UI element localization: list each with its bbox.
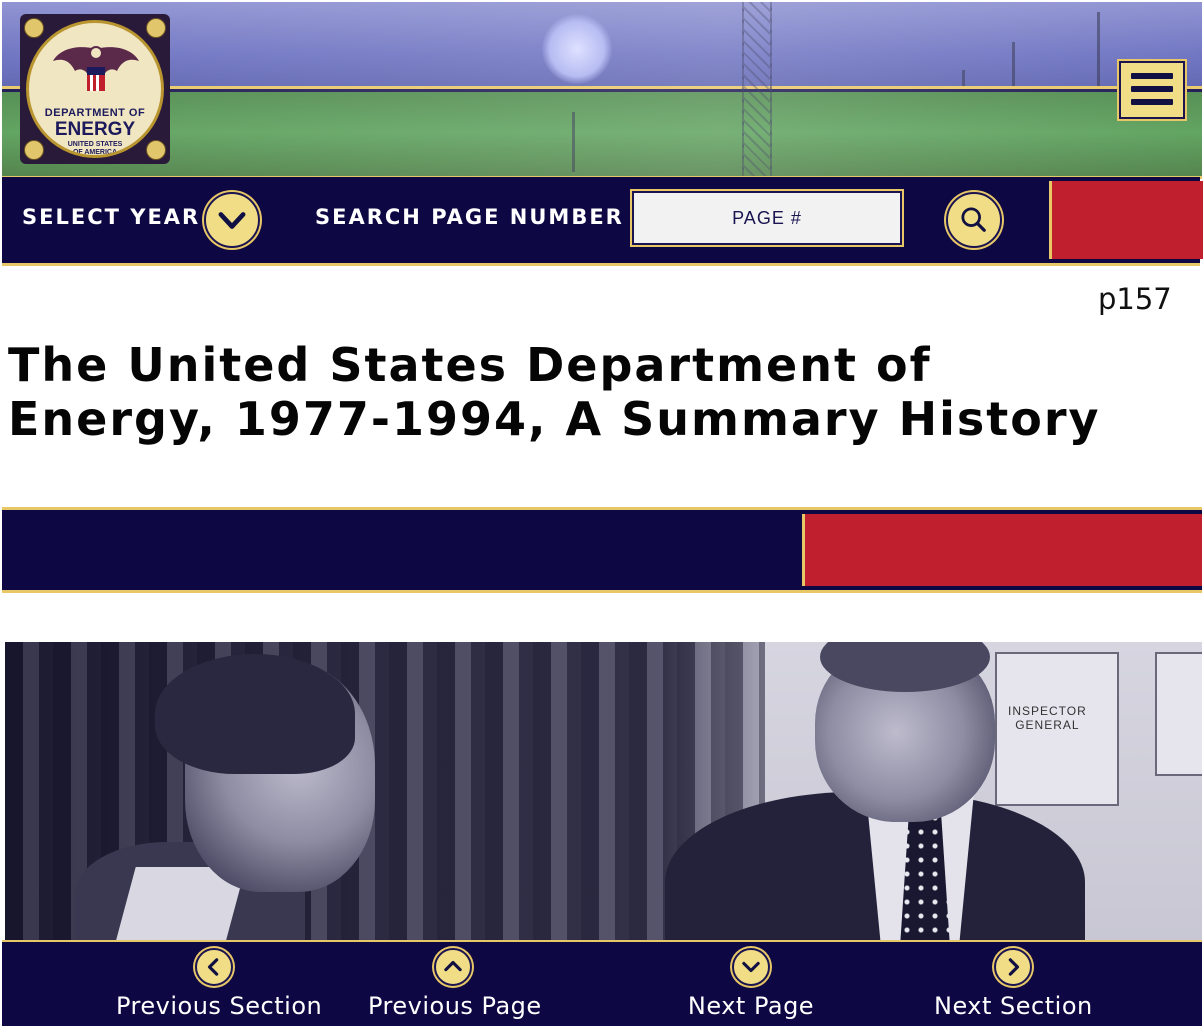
- photo-sign-line1: INSPECTOR: [1008, 704, 1087, 718]
- next-section-link[interactable]: Next Section: [934, 948, 1092, 1020]
- historical-photo: INSPECTOR GENERAL: [5, 642, 1202, 942]
- chevron-down-icon: [218, 212, 246, 229]
- header-banner: DEPARTMENT OF ENERGY UNITED STATES OF AM…: [2, 2, 1202, 179]
- search-button[interactable]: [946, 192, 1002, 248]
- hamburger-menu-button[interactable]: [1119, 61, 1185, 119]
- seal-emblem: DEPARTMENT OF ENERGY UNITED STATES OF AM…: [26, 20, 164, 158]
- chevron-right-icon: [994, 948, 1032, 986]
- next-page-label: Next Page: [687, 992, 815, 1020]
- search-icon: [961, 207, 986, 232]
- page-number-input[interactable]: [632, 191, 902, 245]
- bottom-navigation: Previous Section Previous Page Next Page…: [2, 940, 1202, 1026]
- photo-org-chart-box: [1155, 652, 1202, 776]
- select-year-dropdown-button[interactable]: [204, 192, 260, 248]
- page-number: p157: [1098, 282, 1172, 316]
- divider-red-accent: [802, 514, 1202, 586]
- toolbar-red-accent: [1049, 181, 1203, 259]
- page-title: The United States Department of Energy, …: [8, 338, 1101, 446]
- photo-sign-text: INSPECTOR GENERAL: [1008, 704, 1087, 732]
- next-section-label: Next Section: [934, 992, 1093, 1020]
- seal-text-usa: UNITED STATES OF AMERICA: [29, 141, 161, 156]
- seal-corner-gear-icon: [146, 140, 166, 160]
- hamburger-menu-icon: [1131, 73, 1173, 79]
- photo-sign-line2: GENERAL: [1015, 718, 1080, 732]
- seal-corner-sun-icon: [146, 18, 166, 38]
- hamburger-menu-icon: [1131, 99, 1173, 105]
- eagle-icon: [53, 46, 139, 91]
- seal-text-of-america: OF AMERICA: [72, 149, 118, 156]
- seal-corner-flame-icon: [24, 140, 44, 160]
- select-year-label: SELECT YEAR: [22, 205, 201, 229]
- chevron-down-icon: [732, 948, 770, 986]
- previous-section-link[interactable]: Previous Section: [116, 948, 323, 1020]
- navigation-toolbar: SELECT YEAR SEARCH PAGE NUMBER: [2, 177, 1203, 266]
- search-page-number-label: SEARCH PAGE NUMBER: [315, 205, 624, 229]
- seal-text-department: DEPARTMENT OF: [44, 107, 146, 119]
- section-divider-band: [2, 507, 1202, 593]
- chevron-up-icon: [434, 948, 472, 986]
- hamburger-menu-icon: [1131, 86, 1173, 92]
- next-page-link[interactable]: Next Page: [686, 948, 816, 1020]
- seal-corner-atom-icon: [24, 18, 44, 38]
- seal-text-united-states: UNITED STATES: [67, 141, 123, 148]
- previous-page-label: Previous Page: [368, 992, 542, 1020]
- photo-person-left-hair: [155, 654, 355, 774]
- previous-section-label: Previous Section: [116, 992, 323, 1020]
- banner-overlay: [2, 2, 1202, 176]
- doe-seal-logo[interactable]: DEPARTMENT OF ENERGY UNITED STATES OF AM…: [20, 14, 170, 164]
- chevron-left-icon: [195, 948, 233, 986]
- seal-text-energy: ENERGY: [54, 119, 136, 140]
- previous-page-link[interactable]: Previous Page: [368, 948, 542, 1020]
